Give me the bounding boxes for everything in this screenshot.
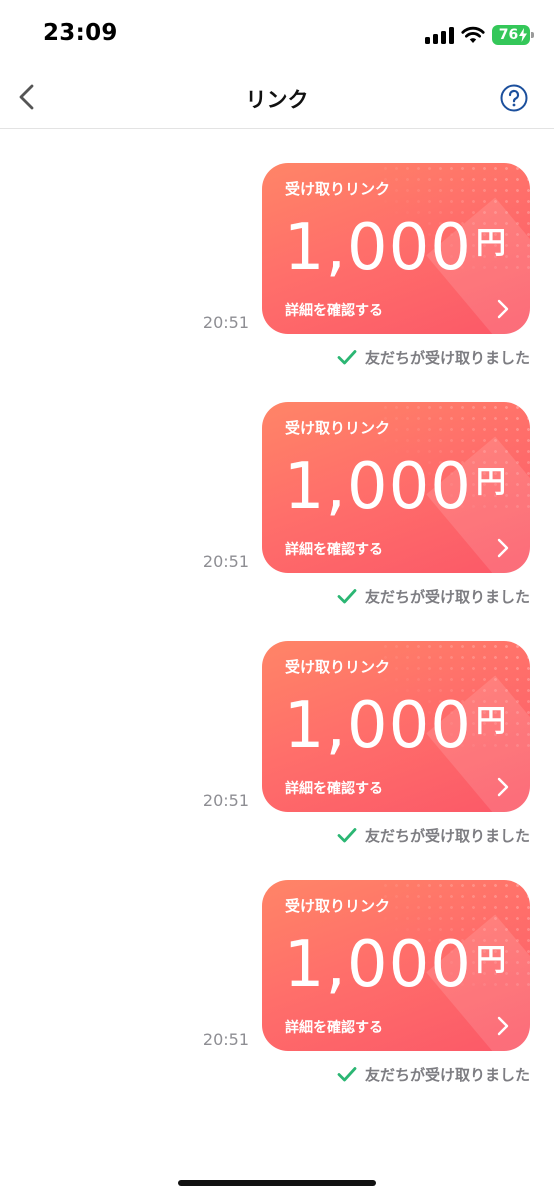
home-indicator[interactable] [178,1180,376,1186]
receipt-text: 友だちが受け取りました [364,826,530,845]
card-amount: 1,000 円 [262,928,506,1002]
amount-unit: 円 [476,226,506,261]
message-time: 20:51 [202,1030,249,1049]
chevron-right-icon [497,299,509,319]
card-label: 受け取りリンク [285,180,391,198]
message-time: 20:51 [202,791,249,810]
screen: 23:09 76 リンク 受け取りリンク 1,000 円 詳細を確認する 20:… [0,0,554,1199]
charging-bolt-icon [519,28,527,42]
amount-unit: 円 [476,943,506,978]
cellular-signal-icon [425,26,454,44]
question-circle-icon [500,84,528,112]
view-details-link[interactable]: 詳細を確認する [285,539,383,559]
card-label: 受け取りリンク [285,419,391,437]
receive-link-card[interactable]: 受け取りリンク 1,000 円 詳細を確認する [262,163,530,334]
link-message: 受け取りリンク 1,000 円 詳細を確認する 20:51 友だちが受け取りました [0,880,554,1120]
receipt-text: 友だちが受け取りました [364,587,530,606]
amount-unit: 円 [476,704,506,739]
receipt-status: 友だちが受け取りました [337,586,530,606]
receive-link-card[interactable]: 受け取りリンク 1,000 円 詳細を確認する [262,402,530,573]
wifi-icon [461,26,485,43]
status-bar: 23:09 76 [0,0,554,66]
chevron-right-icon [497,1016,509,1036]
help-button[interactable] [500,84,528,112]
chevron-right-icon [497,538,509,558]
amount-value: 1,000 [283,928,472,1002]
checkmark-icon [337,350,357,365]
receive-link-card[interactable]: 受け取りリンク 1,000 円 詳細を確認する [262,641,530,812]
amount-unit: 円 [476,465,506,500]
receipt-status: 友だちが受け取りました [337,825,530,845]
receipt-text: 友だちが受け取りました [364,1065,530,1084]
checkmark-icon [337,589,357,604]
battery-cap [531,32,534,38]
view-details-link[interactable]: 詳細を確認する [285,1017,383,1037]
link-message: 受け取りリンク 1,000 円 詳細を確認する 20:51 友だちが受け取りました [0,402,554,642]
message-time: 20:51 [202,313,249,332]
checkmark-icon [337,828,357,843]
card-label: 受け取りリンク [285,658,391,676]
receive-link-card[interactable]: 受け取りリンク 1,000 円 詳細を確認する [262,880,530,1051]
link-message: 受け取りリンク 1,000 円 詳細を確認する 20:51 友だちが受け取りました [0,163,554,403]
receipt-text: 友だちが受け取りました [364,348,530,367]
receipt-status: 友だちが受け取りました [337,347,530,367]
nav-bar: リンク [0,66,554,129]
chevron-right-icon [497,777,509,797]
amount-value: 1,000 [283,211,472,285]
battery-level: 76 [498,27,519,43]
amount-value: 1,000 [283,689,472,763]
amount-value: 1,000 [283,450,472,524]
card-amount: 1,000 円 [262,450,506,524]
checkmark-icon [337,1067,357,1082]
link-message: 受け取りリンク 1,000 円 詳細を確認する 20:51 友だちが受け取りました [0,641,554,881]
view-details-link[interactable]: 詳細を確認する [285,778,383,798]
page-title: リンク [245,88,309,112]
battery-indicator: 76 [492,25,534,45]
view-details-link[interactable]: 詳細を確認する [285,300,383,320]
status-time: 23:09 [43,20,118,46]
receipt-status: 友だちが受け取りました [337,1064,530,1084]
message-time: 20:51 [202,552,249,571]
status-icons: 76 [425,24,534,46]
card-amount: 1,000 円 [262,211,506,285]
card-label: 受け取りリンク [285,897,391,915]
card-amount: 1,000 円 [262,689,506,763]
